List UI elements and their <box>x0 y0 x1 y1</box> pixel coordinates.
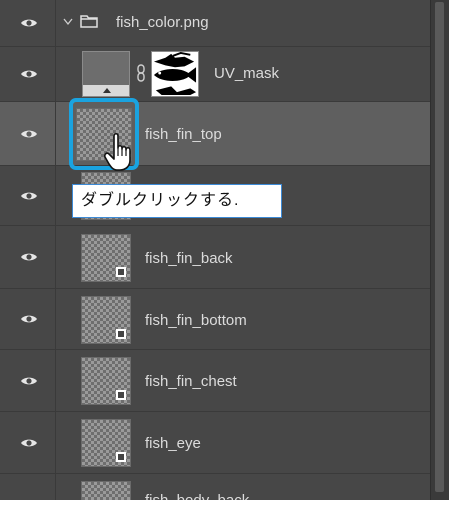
layer-thumbnail[interactable] <box>81 296 131 344</box>
smart-object-icon <box>116 452 126 462</box>
layer-name: fish_fin_back <box>145 250 233 267</box>
layer-name: fish_fin_top <box>145 126 222 143</box>
visibility-cell[interactable] <box>0 412 56 473</box>
fill-layer-thumbnail[interactable] <box>82 51 130 97</box>
layer-row-fish-fin-bottom[interactable]: fish_fin_bottom <box>0 289 430 350</box>
visibility-cell[interactable] <box>0 0 56 46</box>
layer-row-fish-eye[interactable]: fish_eye <box>0 412 430 474</box>
hand-cursor-icon <box>104 132 131 171</box>
layer-name: fish_fin_bottom <box>145 312 247 329</box>
eye-icon[interactable] <box>20 252 38 262</box>
link-icon[interactable] <box>136 64 146 82</box>
mask-image <box>153 52 197 96</box>
layer-row-fish-fin-back[interactable]: fish_fin_back <box>0 226 430 289</box>
layer-thumbnail[interactable] <box>81 234 131 282</box>
eye-icon[interactable] <box>20 438 38 448</box>
scrollbar[interactable] <box>430 0 449 500</box>
instruction-callout: ダブルクリックする. <box>72 184 282 218</box>
eye-icon[interactable] <box>20 69 38 79</box>
group-name: fish_color.png <box>116 14 209 31</box>
layer-name: fish_eye <box>145 435 201 452</box>
layer-name: fish_body_back <box>145 492 249 500</box>
folder-icon <box>80 15 98 28</box>
layer-thumbnail[interactable] <box>81 357 131 405</box>
layer-name: UV_mask <box>214 65 280 82</box>
eye-icon[interactable] <box>20 129 38 139</box>
layer-row-fish-body-back[interactable]: fish_body_back <box>0 474 430 500</box>
smart-object-icon <box>116 329 126 339</box>
layer-name: fish_fin_chest <box>145 373 237 390</box>
layer-group-row[interactable]: fish_color.png <box>0 0 430 47</box>
eye-icon[interactable] <box>20 314 38 324</box>
layers-panel: fish_color.png UV_mask fish_fin_top fish… <box>0 0 430 500</box>
visibility-cell[interactable] <box>0 474 56 500</box>
eye-icon[interactable] <box>20 18 38 28</box>
layer-row-fish-fin-top[interactable]: fish_fin_top <box>0 102 430 166</box>
layer-thumbnail[interactable] <box>81 481 131 500</box>
mask-thumbnail[interactable] <box>151 51 199 97</box>
smart-object-icon <box>116 390 126 400</box>
visibility-cell[interactable] <box>0 350 56 411</box>
layer-thumbnail[interactable] <box>81 419 131 467</box>
visibility-cell[interactable] <box>0 226 56 288</box>
layer-row-fish-fin-chest[interactable]: fish_fin_chest <box>0 350 430 412</box>
visibility-cell[interactable] <box>0 47 56 101</box>
visibility-cell[interactable] <box>0 102 56 165</box>
visibility-cell[interactable] <box>0 166 56 225</box>
eye-icon[interactable] <box>20 376 38 386</box>
scrollbar-thumb[interactable] <box>435 2 444 492</box>
layer-row-uv-mask[interactable]: UV_mask <box>0 47 430 102</box>
eye-icon[interactable] <box>20 191 38 201</box>
chevron-down-icon[interactable] <box>63 18 73 26</box>
smart-object-icon <box>116 267 126 277</box>
visibility-cell[interactable] <box>0 289 56 349</box>
